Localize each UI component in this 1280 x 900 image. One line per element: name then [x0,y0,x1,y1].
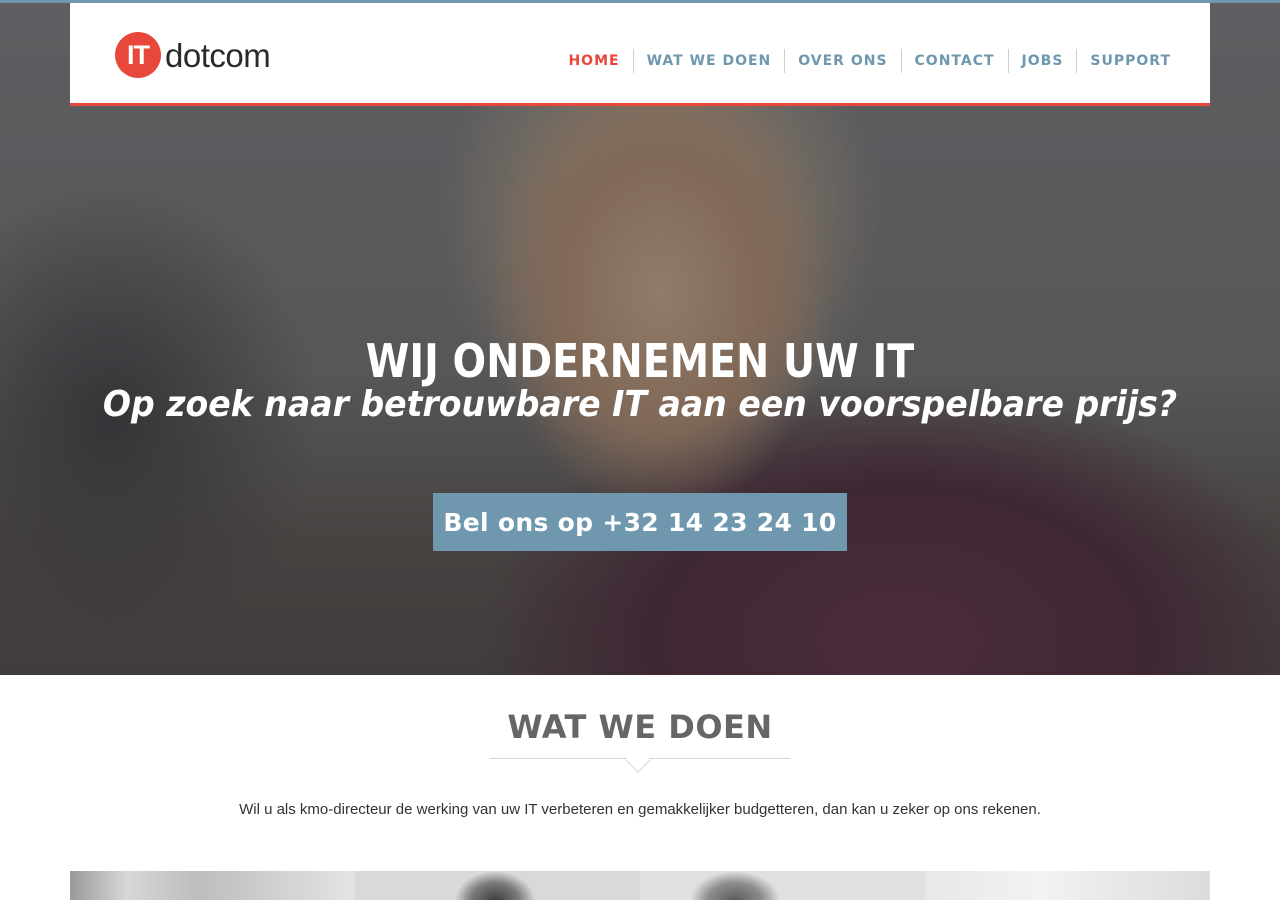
nav-item-support[interactable]: SUPPORT [1076,49,1184,73]
main-nav: HOME WAT WE DOEN OVER ONS CONTACT JOBS S… [555,49,1184,73]
site-header: IT dotcom HOME WAT WE DOEN OVER ONS CONT… [70,3,1210,106]
hero-banner: IT dotcom HOME WAT WE DOEN OVER ONS CONT… [0,0,1280,675]
logo-wordmark: dotcom [165,36,271,74]
call-us-button[interactable]: Bel ons op +32 14 23 24 10 [433,493,847,551]
team-photo[interactable] [640,871,925,900]
nav-item-over-ons[interactable]: OVER ONS [784,49,900,73]
nav-item-jobs[interactable]: JOBS [1007,49,1077,73]
section-intro-text: Wil u als kmo-directeur de werking van u… [239,801,1041,818]
team-photo-strip [70,871,1210,900]
nav-item-contact[interactable]: CONTACT [900,49,1008,73]
hero-title: WIJ ONDERNEMEN UW IT [365,334,915,388]
team-photo[interactable] [925,871,1210,900]
section-title: WAT WE DOEN [507,708,773,746]
nav-item-wat-we-doen[interactable]: WAT WE DOEN [632,49,785,73]
team-photo[interactable] [355,871,640,900]
hero-subtitle: Op zoek naar betrouwbare IT aan een voor… [102,384,1178,425]
logo-badge: IT [115,32,161,78]
team-photo[interactable] [70,871,355,900]
divider-arrow-icon [625,747,651,773]
site-logo[interactable]: IT dotcom [115,31,271,79]
nav-item-home[interactable]: HOME [555,49,632,73]
